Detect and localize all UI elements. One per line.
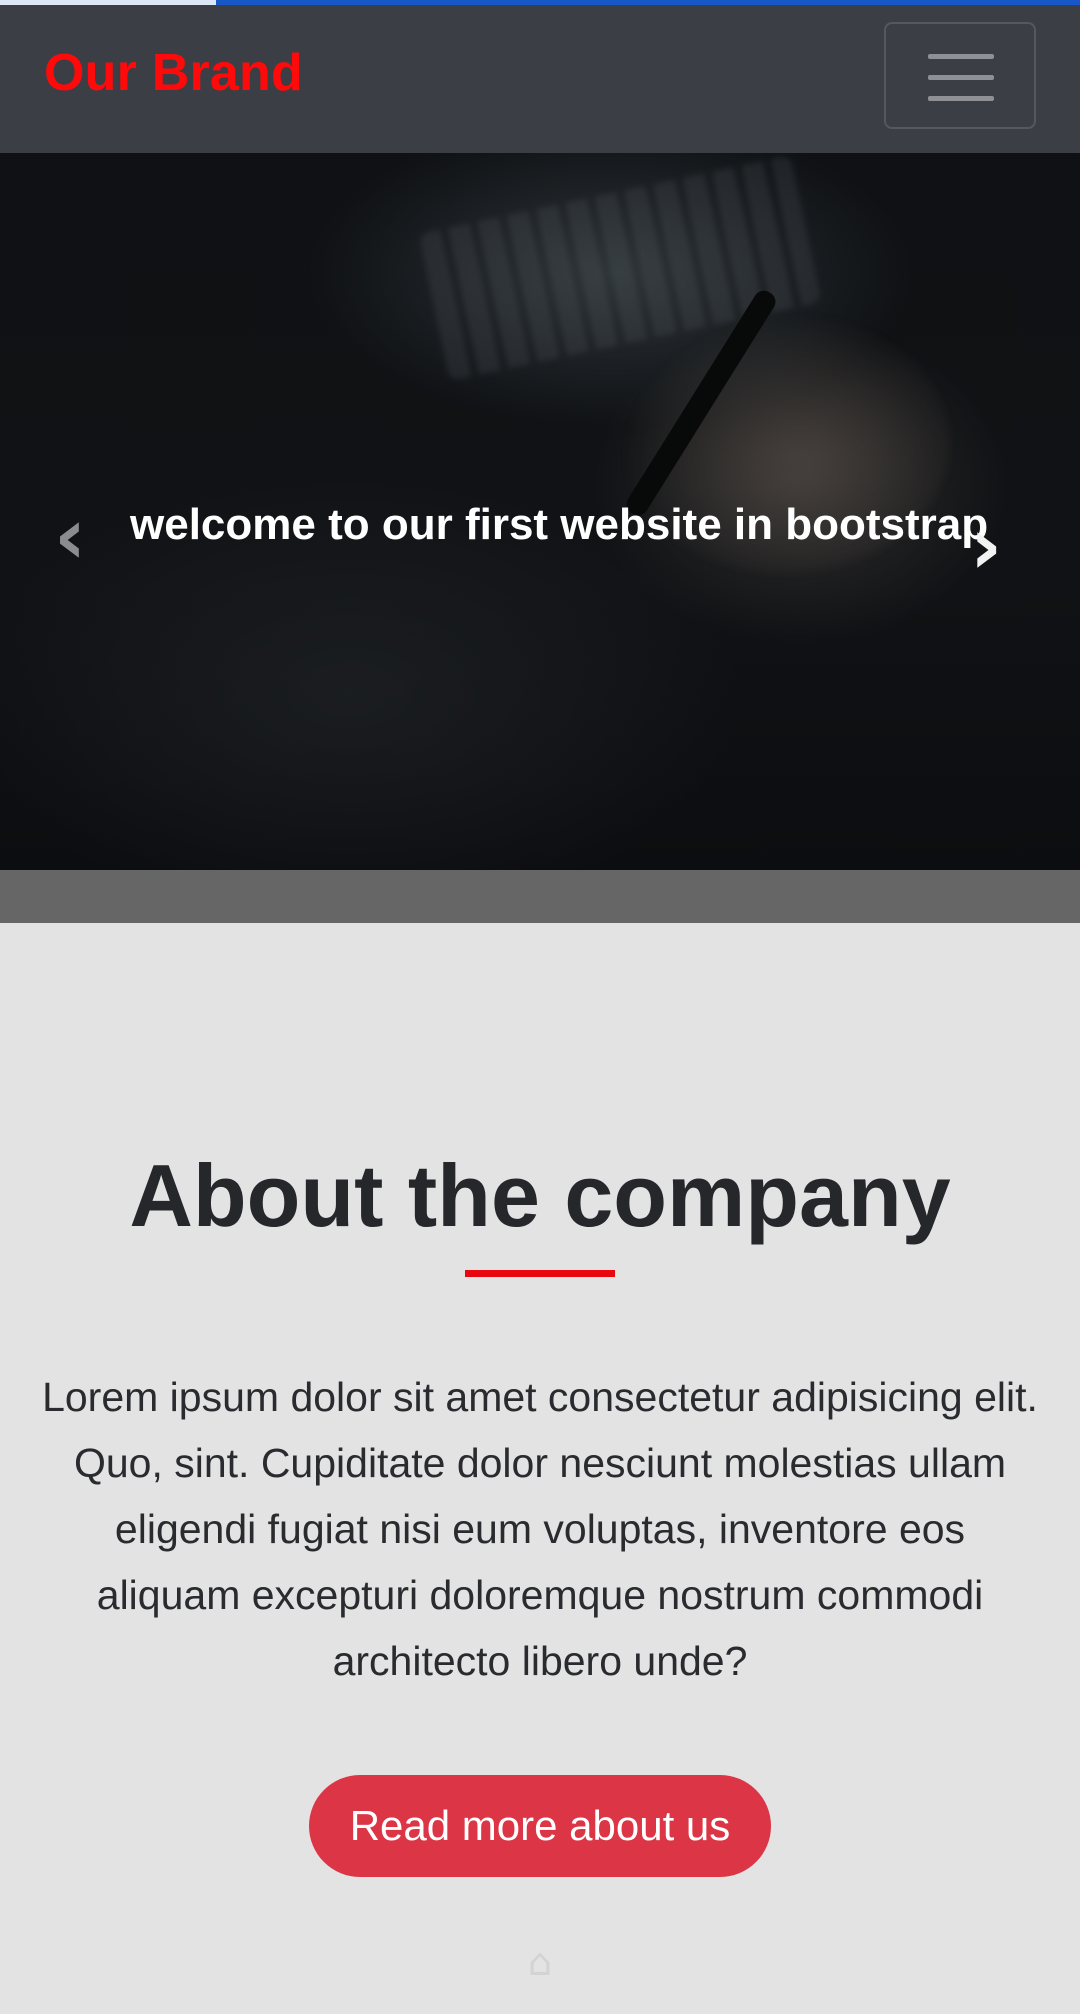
about-title: About the company [129, 1146, 951, 1245]
navbar: Our Brand [0, 5, 1080, 153]
carousel-next-button[interactable]: › [970, 508, 1002, 586]
chevron-right-icon: › [970, 502, 1003, 592]
brand-logo-link[interactable]: Our Brand [44, 43, 303, 103]
site-logo-watermark-icon: ⌂ [527, 1940, 553, 1984]
carousel-prev-button[interactable]: ‹ [54, 498, 86, 576]
about-description: Lorem ipsum dolor sit amet consectetur a… [42, 1374, 1038, 1684]
hero-carousel: ‹ welcome to our first website in bootst… [0, 153, 1080, 870]
read-more-button[interactable]: Read more about us [309, 1775, 771, 1877]
about-title-underline [465, 1270, 615, 1277]
carousel-caption: welcome to our first website in bootstra… [130, 500, 989, 549]
navbar-toggle-button[interactable] [884, 22, 1036, 129]
chevron-left-icon: ‹ [54, 492, 87, 582]
carousel-bottom-strip [0, 870, 1080, 923]
